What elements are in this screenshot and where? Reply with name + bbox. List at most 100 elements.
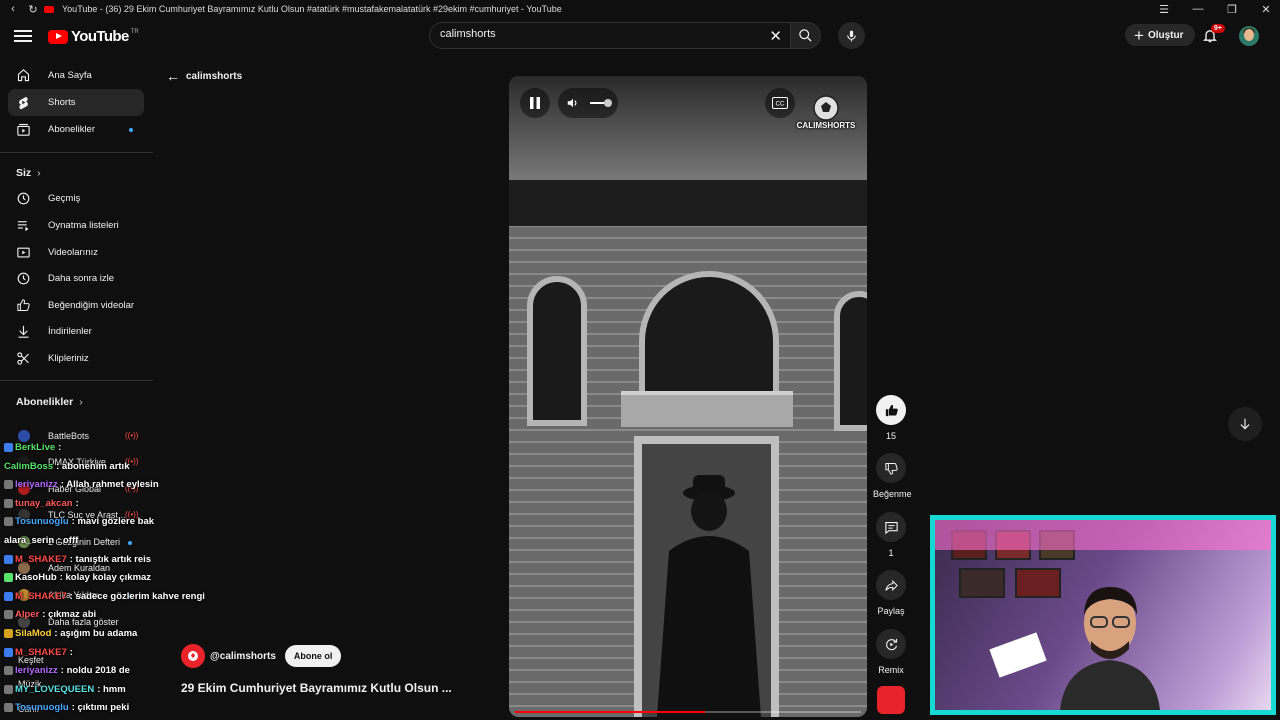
video-title[interactable]: 29 Ekim Cumhuriyet Bayramımız Kutlu Olsu… bbox=[181, 681, 452, 695]
sidebar-item-label: Videolarınız bbox=[48, 247, 98, 258]
share-label: Paylaş bbox=[877, 606, 905, 616]
chat-text: : offf bbox=[57, 535, 79, 546]
back-icon[interactable]: ‹ bbox=[6, 2, 20, 16]
search-button[interactable] bbox=[791, 22, 821, 49]
logo-region: TR bbox=[130, 28, 139, 35]
sidebar-item-home[interactable]: Ana Sayfa bbox=[8, 62, 144, 89]
comment-icon bbox=[884, 521, 898, 534]
volume-slider-track[interactable] bbox=[590, 102, 604, 104]
sidebar-item-subscriptions[interactable]: Abonelikler bbox=[8, 116, 144, 143]
share-action[interactable]: Paylaş bbox=[873, 570, 909, 616]
chat-message: leriyanizz: Allah rahmet eylesin bbox=[4, 479, 159, 490]
chat-message: M_SHAKE7: tanıştık artık reis bbox=[4, 554, 151, 565]
create-label: Oluştur bbox=[1147, 29, 1184, 41]
subscribe-button[interactable]: Abone ol bbox=[284, 645, 342, 667]
chat-badge-icon bbox=[4, 573, 13, 583]
share-icon bbox=[884, 579, 898, 591]
comments-action[interactable]: 1 bbox=[873, 512, 909, 558]
back-to-channel-link[interactable]: ← calimshorts bbox=[166, 68, 242, 84]
dislike-button[interactable] bbox=[876, 453, 906, 483]
chat-badge-icon bbox=[4, 666, 13, 676]
search-box[interactable]: ✕ bbox=[429, 22, 791, 49]
minimize-icon[interactable]: — bbox=[1190, 3, 1206, 15]
search-icon bbox=[799, 29, 812, 42]
menu-icon[interactable]: ☰ bbox=[1156, 3, 1172, 16]
thumbs-up-icon bbox=[17, 299, 30, 311]
sidebar-item-shorts[interactable]: Shorts bbox=[8, 89, 144, 116]
create-button[interactable]: + Oluştur bbox=[1125, 24, 1195, 46]
volume-slider-thumb[interactable] bbox=[604, 99, 612, 107]
closed-captions-icon: CC bbox=[772, 97, 788, 109]
channel-handle[interactable]: @calimshorts bbox=[210, 651, 276, 662]
next-video-button[interactable] bbox=[1228, 407, 1262, 441]
sidebar-item-liked-videos[interactable]: Beğendiğim videolar bbox=[8, 292, 144, 319]
chat-text: : Allah rahmet eylesin bbox=[60, 479, 159, 491]
notifications-button[interactable]: 9+ bbox=[1202, 24, 1225, 45]
like-action[interactable]: 15 bbox=[873, 395, 909, 441]
dislike-action[interactable]: Beğenme bbox=[873, 453, 912, 499]
account-avatar[interactable] bbox=[1239, 26, 1259, 46]
hamburger-menu-icon[interactable] bbox=[14, 27, 32, 45]
comments-button[interactable] bbox=[876, 512, 906, 542]
sidebar-item-history[interactable]: Geçmiş bbox=[8, 185, 144, 212]
shorts-video-player[interactable]: CC CALIMSHORTS bbox=[509, 76, 867, 717]
chat-username: leriyanizz bbox=[15, 479, 58, 491]
sidebar-item-label: Shorts bbox=[48, 97, 76, 108]
sound-source-action[interactable] bbox=[873, 686, 909, 714]
sidebar-item-label: Ana Sayfa bbox=[48, 70, 92, 81]
thumbs-down-icon bbox=[884, 462, 898, 475]
comment-count: 1 bbox=[888, 548, 894, 558]
sidebar-item-your-videos[interactable]: Videolarınız bbox=[8, 239, 144, 266]
chat-text: : tanıştık artık reis bbox=[69, 553, 152, 565]
chat-username: BerkLive bbox=[15, 442, 56, 453]
chat-badge-icon bbox=[4, 480, 13, 490]
share-button[interactable] bbox=[876, 570, 906, 600]
chat-badge-icon bbox=[4, 610, 13, 620]
remix-label: Remix bbox=[878, 665, 904, 675]
window-title: YouTube - (36) 29 Ekim Cumhuriyet Bayram… bbox=[62, 4, 562, 14]
close-window-icon[interactable]: ✕ bbox=[1258, 3, 1274, 16]
video-progress-bar[interactable] bbox=[515, 711, 861, 713]
search-input[interactable] bbox=[440, 28, 760, 40]
volume-control[interactable] bbox=[558, 88, 618, 118]
video-balcony bbox=[621, 391, 793, 427]
sidebar-item-clips[interactable]: Klipleriniz bbox=[8, 345, 144, 372]
sidebar-item-watch-later[interactable]: Daha sonra izle bbox=[8, 265, 144, 292]
sidebar-divider bbox=[0, 380, 153, 381]
refresh-icon[interactable]: ↻ bbox=[26, 2, 40, 16]
notification-badge: 9+ bbox=[1211, 24, 1225, 33]
remix-action[interactable]: Remix bbox=[873, 629, 909, 675]
sidebar-item-downloads[interactable]: İndirilenler bbox=[8, 318, 144, 345]
remix-button[interactable] bbox=[876, 629, 906, 659]
chat-text: : aşığım bu adama bbox=[54, 628, 138, 639]
clear-search-icon[interactable]: ✕ bbox=[769, 27, 782, 45]
like-button[interactable] bbox=[876, 395, 906, 425]
youtube-logo[interactable]: YouTube TR bbox=[48, 28, 139, 45]
you-section-header[interactable]: Siz › bbox=[16, 167, 41, 179]
chat-badge-icon bbox=[4, 684, 13, 694]
sidebar-item-playlists[interactable]: Oynatma listeleri bbox=[8, 212, 144, 239]
thumbs-up-icon bbox=[885, 404, 898, 416]
chat-badge-icon bbox=[4, 498, 13, 508]
chat-username: tunay_akcan bbox=[15, 497, 73, 509]
video-arch-left bbox=[527, 276, 587, 426]
pause-button[interactable] bbox=[520, 88, 550, 118]
soccer-ball-icon bbox=[813, 95, 839, 121]
logo-text: YouTube bbox=[71, 28, 129, 45]
new-content-dot bbox=[129, 128, 133, 132]
playlist-icon bbox=[17, 221, 29, 232]
restore-icon[interactable]: ❐ bbox=[1224, 3, 1240, 16]
channel-thumbnail[interactable] bbox=[877, 686, 905, 714]
chat-text: : mavi gözlere bak bbox=[71, 516, 155, 528]
plus-icon: + bbox=[1134, 25, 1144, 45]
chat-badge-icon bbox=[4, 647, 13, 657]
chat-text: : kolay kolay çıkmaz bbox=[59, 572, 152, 584]
pause-icon bbox=[530, 97, 540, 109]
channel-avatar[interactable] bbox=[181, 644, 205, 668]
chat-username: Tosunuoglu bbox=[15, 702, 69, 714]
chevron-right-icon: › bbox=[79, 396, 83, 408]
video-arch-center bbox=[639, 271, 779, 401]
chat-message: M_SHAKE7: bbox=[4, 647, 73, 658]
voice-search-button[interactable] bbox=[838, 22, 865, 49]
subscriptions-section-header[interactable]: Abonelikler › bbox=[16, 396, 83, 408]
